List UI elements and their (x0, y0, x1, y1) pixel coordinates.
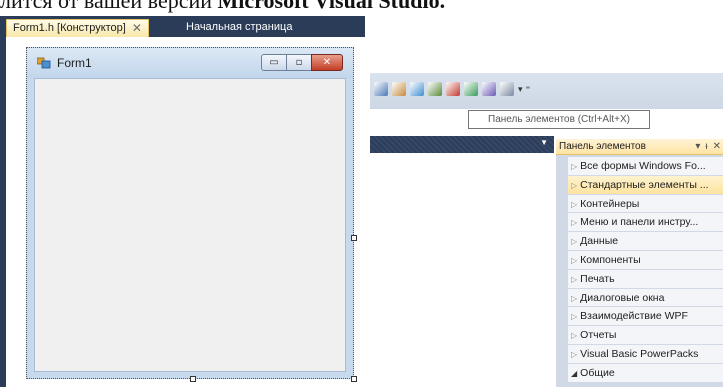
tab-close-icon[interactable]: ✕ (132, 20, 142, 37)
maximize-button[interactable]: ▫ (286, 54, 312, 71)
toolbox-group-label: Диалоговые окна (580, 291, 665, 304)
collapsed-arrow-icon[interactable]: ▷ (571, 312, 577, 321)
collapsed-arrow-icon[interactable]: ▷ (571, 350, 577, 359)
close-button[interactable]: ✕ (311, 54, 343, 71)
toolbox-group-list: ▷ Все формы Windows Fo... ▷ Стандартные эле… (568, 157, 723, 383)
toolbox-group-item[interactable]: ◢ Общие (568, 363, 723, 383)
toolbox-group-label: Стандартные элементы ... (580, 178, 709, 191)
standard-toolbar: ▾ ⁼ (370, 73, 723, 109)
toolbox-group-item[interactable]: ▷ Все формы Windows Fo... (568, 157, 723, 176)
collapsed-arrow-icon[interactable]: ▷ (571, 256, 577, 265)
window-buttons: ▭ ▫ ✕ (261, 54, 343, 71)
tab-start-page[interactable]: Начальная страница (182, 19, 296, 37)
toolbox-panel: Панель элементов ▾ ᵼ ✕ ▷ Все формы Window… (556, 139, 723, 387)
minimize-button[interactable]: ▭ (261, 54, 287, 71)
toolbox-group-item[interactable]: ▷ Контейнеры (568, 194, 723, 214)
toolbox-group-item[interactable]: ▷ Компоненты (568, 250, 723, 270)
output-icon[interactable] (500, 82, 514, 96)
resize-handle-corner[interactable] (351, 376, 357, 382)
toolbox-group-item[interactable]: ▷ Visual Basic PowerPacks (568, 344, 723, 364)
toolbar-overflow-icon[interactable]: ⁼ (526, 84, 531, 95)
toolbox-group-label: Visual Basic PowerPacks (580, 347, 699, 360)
collapsed-arrow-icon[interactable]: ▷ (571, 162, 577, 171)
toolbox-icon[interactable] (446, 82, 460, 96)
caption-text: лится от вашей версии Microsoft Visual S… (0, 0, 723, 16)
tab-form-designer[interactable]: Form1.h [Конструктор] ✕ (6, 19, 149, 37)
form-title: Form1 (57, 56, 92, 70)
resize-handle-bottom[interactable] (190, 376, 196, 382)
document-tabstrip: Form1.h [Конструктор] ✕ Начальная страни… (0, 16, 365, 37)
toolbox-group-label: Отчеты (580, 329, 617, 342)
solution-explorer-icon[interactable] (428, 82, 442, 96)
collapsed-arrow-icon[interactable]: ▷ (571, 331, 577, 340)
toolbox-group-label: Печать (580, 272, 615, 285)
collapsed-arrow-icon[interactable]: ▷ (571, 218, 577, 227)
caption-bold: Microsoft Visual Studio. (217, 0, 446, 13)
form-client-area[interactable] (34, 78, 346, 372)
close-icon[interactable]: ✕ (713, 139, 721, 154)
form-window[interactable]: Form1 ▭ ▫ ✕ (26, 47, 357, 382)
collapsed-arrow-icon[interactable]: ▷ (571, 237, 577, 246)
tab-form-designer-label: Form1.h [Конструктор] (13, 22, 126, 34)
toolbox-group-label: Контейнеры (580, 197, 640, 210)
collapsed-arrow-icon[interactable]: ▷ (571, 181, 577, 190)
collapsed-arrow-icon[interactable]: ▷ (571, 200, 577, 209)
toolbox-group-item[interactable]: ▷ Печать (568, 269, 723, 289)
toolbar-icon-row: ▾ ⁼ (374, 82, 533, 96)
form-titlebar[interactable]: Form1 ▭ ▫ ✕ (27, 48, 353, 78)
toolbox-group-item[interactable]: ▷ Данные (568, 232, 723, 251)
properties-icon[interactable] (374, 82, 388, 96)
collapsed-arrow-icon[interactable]: ▷ (571, 275, 577, 284)
editor-area[interactable] (370, 153, 554, 387)
toolbox-group-label: Меню и панели инстру... (580, 216, 699, 229)
toolbox-tooltip: Панель элементов (Ctrl+Alt+X) (468, 110, 650, 129)
toolbox-header[interactable]: Панель элементов ▾ ᵼ ✕ (556, 139, 723, 155)
toolbox-group-label: Все формы Windows Fo... (580, 160, 706, 172)
chevron-down-icon[interactable]: ▾ (695, 139, 700, 154)
resize-handle-right[interactable] (351, 235, 357, 241)
object-browser-icon[interactable] (392, 82, 406, 96)
toolbox-group-label: Данные (580, 235, 619, 248)
toolbox-group-label: Взаимодействие WPF (580, 310, 688, 323)
server-explorer-icon[interactable] (464, 82, 478, 96)
caption-prefix: лится от вашей версии (0, 0, 218, 13)
toolbox-group-item[interactable]: ▷ Меню и панели инстру... (568, 213, 723, 233)
toolbox-group-item[interactable]: ▷ Взаимодействие WPF (568, 307, 723, 327)
pin-icon[interactable]: ᵼ (705, 139, 707, 154)
toolbox-group-item[interactable]: ▷ Диалоговые окна (568, 288, 723, 308)
class-view-icon[interactable] (410, 82, 424, 96)
toolbox-group-label: Общие (580, 366, 615, 379)
form-icon (37, 57, 51, 69)
toolbox-group-label: Компоненты (580, 253, 641, 266)
editor-header-strip: ▼ (370, 136, 554, 153)
toolbar-dropdown-icon[interactable]: ▾ (518, 84, 523, 95)
collapsed-arrow-icon[interactable]: ▷ (571, 294, 577, 303)
toolbox-group-item[interactable]: ▷ Стандартные элементы ... (568, 175, 723, 195)
toolbox-title: Панель элементов (559, 141, 646, 152)
chevron-down-icon[interactable]: ▼ (540, 138, 548, 147)
data-sources-icon[interactable] (482, 82, 496, 96)
expanded-arrow-icon[interactable]: ◢ (571, 369, 577, 378)
toolbox-group-item[interactable]: ▷ Отчеты (568, 326, 723, 345)
